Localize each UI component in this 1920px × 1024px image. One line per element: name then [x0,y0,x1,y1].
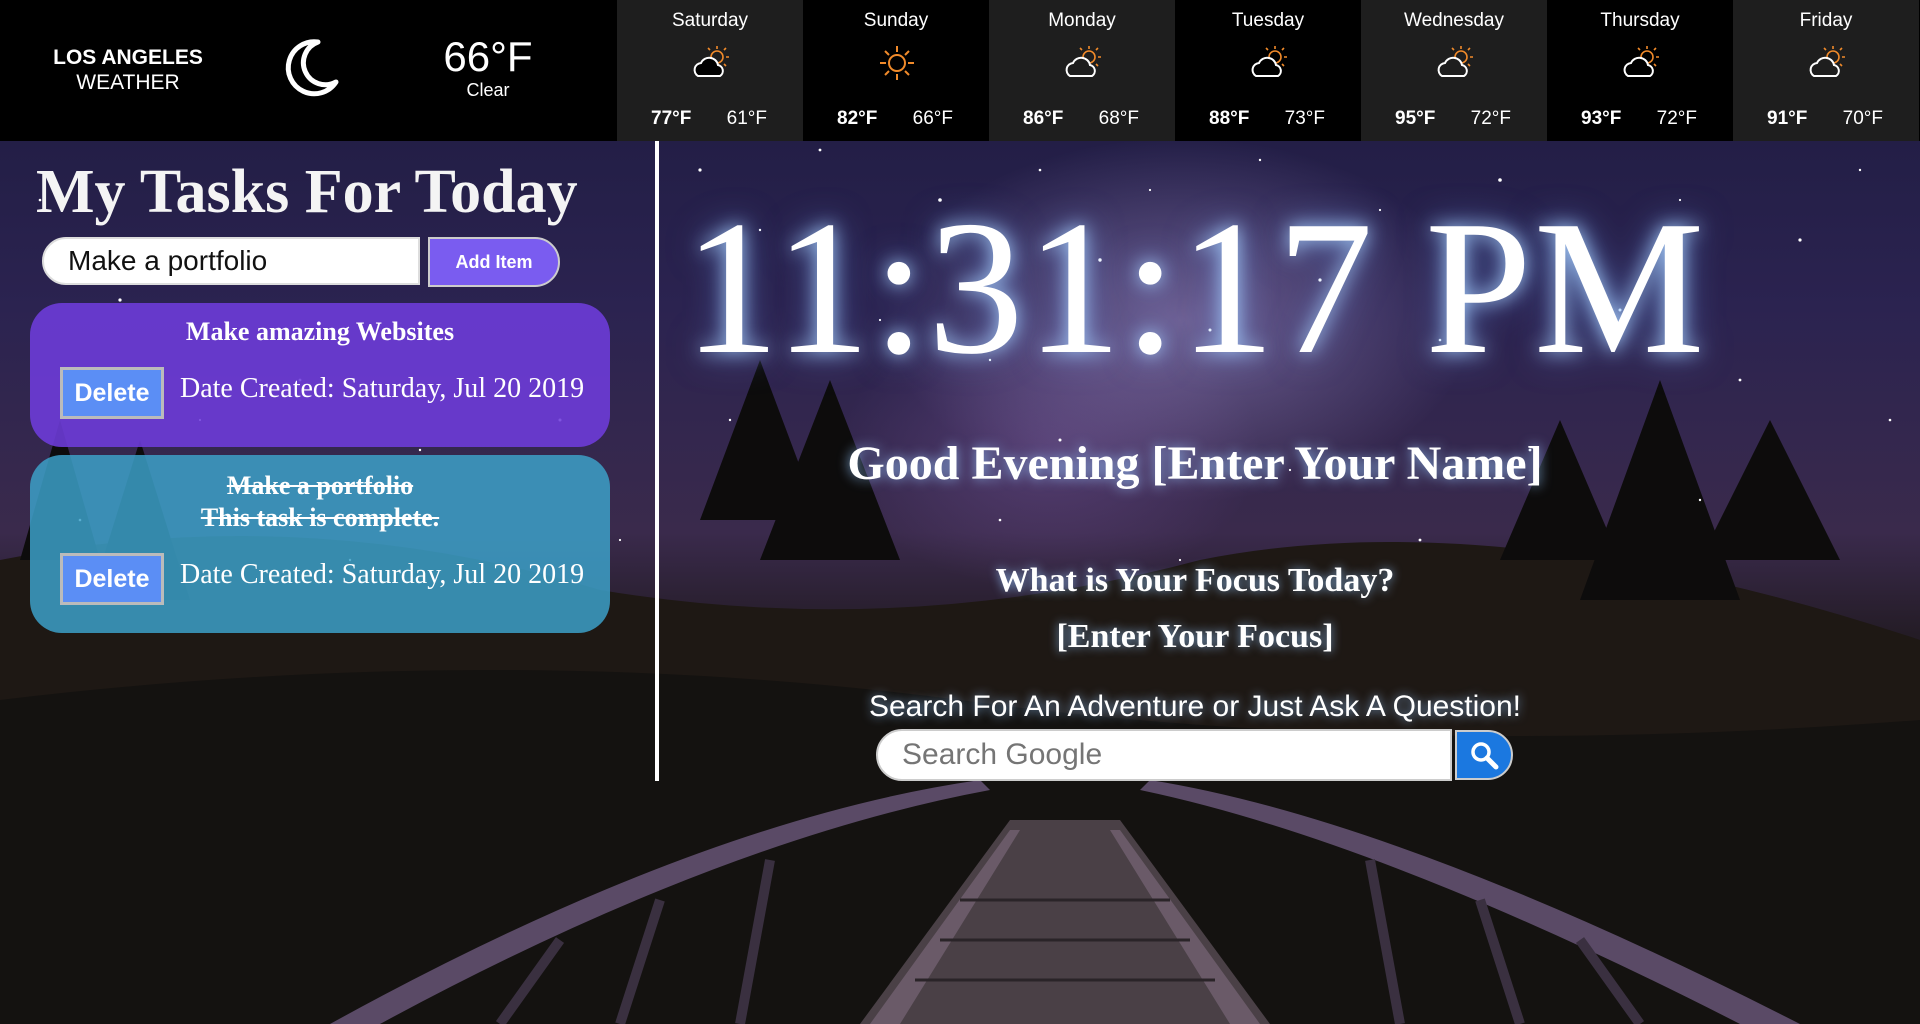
task-title: Make amazing Websites [185,317,455,346]
city-name: LOS ANGELES [53,46,203,69]
weather-location: LOS ANGELES WEATHER [40,45,216,95]
search-button[interactable] [1455,730,1513,780]
focus-question: What is Your Focus Today? [995,562,1395,599]
current-temp: 66°F [443,33,533,80]
forecast-day: Friday 91°F 70°F [1733,0,1919,141]
partly-cloudy-icon [1065,46,1101,77]
sun-icon [880,46,914,80]
search-icon [1471,742,1499,770]
forecast-day: Saturday 77°F 61°F [617,0,803,141]
task-card: Make a portfolio This task is complete. … [30,455,610,633]
task-status: This task is complete. [200,503,440,532]
forecast-high: 86°F [1023,108,1064,129]
forecast-high: 91°F [1767,108,1808,129]
forecast-day-name: Friday [1799,10,1853,31]
forecast-low: 73°F [1284,108,1325,129]
forecast-day: Wednesday 95°F 72°F [1361,0,1547,141]
forecast-day: Tuesday 88°F 73°F [1175,0,1361,141]
focus-input[interactable]: [Enter Your Focus] [660,618,1730,656]
delete-button[interactable]: Delete [60,553,164,605]
forecast-low: 66°F [912,108,953,129]
moon-icon [278,36,342,100]
search-label: Search For An Adventure or Just Ask A Qu… [868,690,1522,723]
partly-cloudy-icon [693,46,729,77]
partly-cloudy-icon [1809,46,1845,77]
forecast-day: Monday 86°F 68°F [989,0,1175,141]
partly-cloudy-icon [1251,46,1287,77]
weather-bar: LOS ANGELES WEATHER 66°F Clear Saturday … [0,0,1920,141]
task-input[interactable] [42,237,420,285]
forecast-high: 82°F [837,108,878,129]
forecast-high: 77°F [651,108,692,129]
task-card: Make amazing Websites Delete Date Create… [30,303,610,447]
forecast-day-name: Monday [1048,10,1116,31]
greeting[interactable]: Good Evening [Enter Your Name] [660,436,1730,491]
forecast-day-name: Tuesday [1231,10,1305,31]
forecast-low: 72°F [1470,108,1511,129]
task-date-created: Date Created: Saturday, Jul 20 2019 [180,373,585,404]
forecast-day: Sunday 82°F 66°F [803,0,989,141]
partly-cloudy-icon [1623,46,1659,77]
add-item-button[interactable]: Add Item [428,237,560,287]
forecast-low: 68°F [1098,108,1139,129]
task-title: Make a portfolio [226,471,414,500]
panel-divider [655,141,659,781]
forecast-low: 61°F [726,108,767,129]
forecast-day-name: Thursday [1600,10,1680,31]
tasks-title: My Tasks For Today [36,158,578,226]
forecast-low: 72°F [1656,108,1697,129]
forecast-day-name: Sunday [863,10,929,31]
forecast-day-name: Wednesday [1404,10,1504,31]
weather-label: WEATHER [76,71,180,94]
partly-cloudy-icon [1437,46,1473,77]
clock: 11:31:17 PM [683,181,1707,394]
delete-button[interactable]: Delete [60,367,164,419]
forecast-high: 95°F [1395,108,1436,129]
current-weather: 66°F Clear [420,34,556,101]
search-input[interactable] [876,729,1452,781]
current-condition: Clear [466,80,510,100]
forecast-high: 93°F [1581,108,1622,129]
forecast-day: Thursday 93°F 72°F [1547,0,1733,141]
forecast: Saturday 77°F 61°F Sunday 82°F 66°F Mond… [617,0,1919,141]
task-date-created: Date Created: Saturday, Jul 20 2019 [180,559,585,590]
forecast-high: 88°F [1209,108,1250,129]
forecast-low: 70°F [1842,108,1883,129]
forecast-day-name: Saturday [671,10,749,31]
